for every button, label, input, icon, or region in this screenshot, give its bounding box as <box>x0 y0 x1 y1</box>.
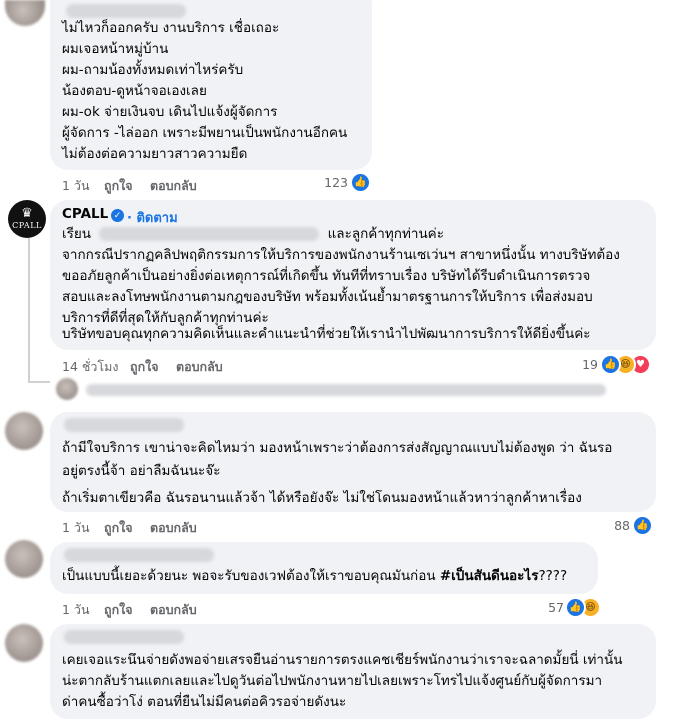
comment-line: ขออภัยลูกค้าเป็นอย่างยิ่งต่อเหตุการณ์ที่… <box>62 268 591 284</box>
commenter-name[interactable] <box>64 630 184 644</box>
comment-line: ผม-ok จ่ายเงินจบ เดินไปแจ้งผู้จัดการ <box>62 104 278 120</box>
comment-bubble: ถ้ามีใจบริการ เขาน่าจะคิดไหมว่า มองหน้าเ… <box>50 412 656 512</box>
comment-time[interactable]: 14 ชั่วโมง <box>62 357 118 377</box>
reply-link[interactable]: ตอบกลับ <box>150 176 197 196</box>
hidden-reply[interactable] <box>86 384 606 396</box>
greeting-end: และลูกค้าทุกท่านค่ะ <box>327 226 444 242</box>
reaction-summary[interactable]: 88 👍 <box>610 515 660 536</box>
comment-line: ถ้าเริ่มตาเขียวคือ ฉันรอนานแล้วจ้า ได้หร… <box>62 490 582 506</box>
reply-link[interactable]: ตอบกลับ <box>150 518 197 538</box>
thread-line <box>28 381 50 383</box>
commenter-name[interactable] <box>64 548 214 562</box>
commenter-name[interactable] <box>66 4 186 18</box>
reaction-summary[interactable]: 123 👍 <box>320 172 371 193</box>
comment-line: อยู่ตรงนี้จ้า อย่าลืมฉันนะจ๊ะ <box>62 463 221 479</box>
reaction-count: 19 <box>582 357 598 372</box>
avatar[interactable] <box>56 378 78 400</box>
cpall-avatar[interactable]: ♛ CPALL <box>8 200 46 238</box>
logo-text: CPALL <box>12 221 42 230</box>
reply-link[interactable]: ตอบกลับ <box>150 600 197 620</box>
comment-meta: 1 วัน ถูกใจ ตอบกลับ <box>62 600 292 617</box>
reply-link[interactable]: ตอบกลับ <box>176 357 223 377</box>
comment-line: สอบและลงโทษพนักงานตามกฎของบริษัท พร้อมทั… <box>62 289 593 305</box>
comment-line: ผู้จัดการ -ไล่ออก เพราะมีพยานเป็นพนักงาน… <box>62 125 348 141</box>
like-link[interactable]: ถูกใจ <box>104 518 133 538</box>
reaction-summary[interactable]: 19 👍 😆 ♥ <box>578 354 658 375</box>
avatar[interactable] <box>5 412 43 450</box>
comment-author-row: CPALL ✓ · ติดตาม <box>62 206 362 226</box>
comment-time[interactable]: 1 วัน <box>62 600 90 620</box>
comment-time[interactable]: 1 วัน <box>62 176 90 196</box>
like-link[interactable]: ถูกใจ <box>130 357 159 377</box>
comment-meta: 14 ชั่วโมง ถูกใจ ตอบกลับ <box>62 357 292 374</box>
comment-text: ???? <box>538 568 568 584</box>
comment-line: เป็นแบบนี้เยอะด้วยนะ พอจะรับของเวฟต้องให… <box>62 566 567 587</box>
comment-line: น้องตอบ-ดูหน้าจอเองเลย <box>62 83 207 99</box>
greeting-text: เรียน <box>62 226 92 242</box>
avatar[interactable] <box>5 624 43 662</box>
comment-line: จากกรณีปรากฏคลิปพฤติกรรมการให้บริการของพ… <box>62 247 620 263</box>
like-link[interactable]: ถูกใจ <box>104 176 133 196</box>
comment-bubble: ไม่ไหวก็ออกครับ งานบริการ เชื่อเถอะ ผมเจ… <box>50 0 372 170</box>
comment-time[interactable]: 1 วัน <box>62 518 90 538</box>
like-reaction-icon: 👍 <box>600 354 621 375</box>
comment-line: เรียน และลูกค้าทุกท่านค่ะ <box>62 224 482 245</box>
comment-line: ไม่ต้องต่อความยาวสาวความยืด <box>62 146 248 162</box>
commenter-name[interactable] <box>64 418 184 432</box>
comment-bubble: เคยเจอแระนึนจ่ายดังพอจ่ายเสรจยืนอ่านรายก… <box>50 624 656 719</box>
logo-mark-icon: ♛ <box>21 206 33 221</box>
comment-line: ผม-ถามน้องทั้งหมดเท่าไหร่ครับ <box>62 62 244 78</box>
comment-line: เคยเจอแระนึนจ่ายดังพอจ่ายเสรจยืนอ่านรายก… <box>62 652 623 668</box>
avatar[interactable] <box>5 0 45 26</box>
comment-line: บริษัทขอบคุณทุกความคิดเห็นและคำแนะนำที่ช… <box>62 326 591 342</box>
comment-line: น่ะตากลับร้านแตกเลยและไปดูวันต่อไปพนักงา… <box>62 673 603 689</box>
like-link[interactable]: ถูกใจ <box>104 600 133 620</box>
reaction-count: 123 <box>324 175 348 190</box>
comment-line: ด่าคนซื้อว่าโง่ ตอนที่ยืนไม่มีคนต่อคิวรอ… <box>62 694 347 710</box>
comment-bubble: เป็นแบบนี้เยอะด้วยนะ พอจะรับของเวฟต้องให… <box>50 542 598 594</box>
avatar[interactable] <box>5 540 43 578</box>
reaction-count: 57 <box>548 600 564 615</box>
like-reaction-icon: 👍 <box>350 172 371 193</box>
comment-line: ผมเจอหน้าหมู่บ้าน <box>62 41 169 57</box>
comment-line: ไม่ไหวก็ออกครับ งานบริการ เชื่อเถอะ <box>62 20 280 36</box>
author-name[interactable]: CPALL <box>62 206 108 222</box>
comment-line: ถ้ามีใจบริการ เขาน่าจะคิดไหมว่า มองหน้าเ… <box>62 440 613 456</box>
reaction-summary[interactable]: 57 👍 😆 <box>546 597 606 618</box>
reaction-count: 88 <box>614 518 630 533</box>
redacted-name <box>99 227 320 241</box>
hashtag-link[interactable]: #เป็นสันดีนอะไร <box>440 568 539 584</box>
like-reaction-icon: 👍 <box>632 515 653 536</box>
comment-meta: 1 วัน ถูกใจ ตอบกลับ <box>62 518 292 535</box>
like-reaction-icon: 👍 <box>565 597 586 618</box>
comment-text: เป็นแบบนี้เยอะด้วยนะ พอจะรับของเวฟต้องให… <box>62 568 440 584</box>
thread-line <box>28 238 30 383</box>
verified-badge-icon: ✓ <box>111 209 124 222</box>
comment-meta: 1 วัน ถูกใจ ตอบกลับ <box>62 176 292 193</box>
comment-bubble: CPALL ✓ · ติดตาม เรียน และลูกค้าทุกท่านค… <box>50 200 656 350</box>
